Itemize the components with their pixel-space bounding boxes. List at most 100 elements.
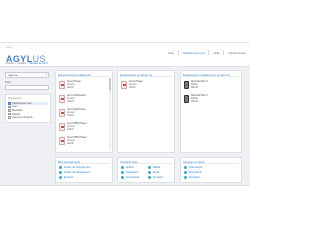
link-label: Exporter xyxy=(63,176,74,180)
panel-contacts: Contacts SAV Hotline Mobile Assistance E… xyxy=(117,157,175,183)
circle-icon xyxy=(184,171,188,175)
printer-icon xyxy=(59,95,65,103)
filter-option-label: Agence principale xyxy=(12,116,33,120)
checkbox[interactable] xyxy=(8,109,11,112)
agency-select-value: Agence xyxy=(8,73,18,77)
link-item[interactable]: Mobile xyxy=(148,166,160,170)
breadcrumb-home[interactable]: Accueil xyxy=(6,62,14,65)
link-label: Fichier de l'équipement xyxy=(63,171,91,175)
equipment-item[interactable]: Motorola Moto X Mobile M0015 xyxy=(184,81,208,89)
equipment-item[interactable]: Xerox WorkCentre Accueil A0043 xyxy=(59,95,86,103)
link-item[interactable]: Télécharger xyxy=(184,166,203,170)
nav-help[interactable]: Aide xyxy=(213,51,219,55)
phone-icon xyxy=(184,81,189,89)
nav-divider xyxy=(177,50,179,55)
circle-icon xyxy=(184,176,188,180)
equipment-id: A0045 xyxy=(67,114,74,117)
checkbox[interactable] xyxy=(8,112,11,116)
phone-icon xyxy=(184,95,189,103)
printer-icon xyxy=(59,81,65,89)
nav-flux[interactable]: Flux xyxy=(168,51,174,55)
circle-icon xyxy=(184,166,188,170)
panel-online-services: Services en ligne Télécharger Documents … xyxy=(180,157,242,183)
link-label: Assistance xyxy=(125,171,139,175)
filter-list: Sélectionner Sélectionner tout Lyon Mars… xyxy=(5,94,51,124)
filter-sidebar: Agence ▾ Filtre Sélectionner Sélectionne… xyxy=(5,72,52,124)
agency-select[interactable]: Agence ▾ xyxy=(5,72,49,78)
equipment-item[interactable]: Xerox Phaser Accueil A0051 xyxy=(121,81,143,89)
circle-icon xyxy=(121,176,125,180)
equipment-id: A0047 xyxy=(67,128,74,131)
equipment-item[interactable]: Xerox WorkCentre Accueil A0045 xyxy=(59,109,86,117)
checkbox[interactable] xyxy=(8,102,11,105)
divider xyxy=(183,163,239,164)
equipment-id: A0043 xyxy=(67,100,74,103)
equipment-id: M0016 xyxy=(191,100,199,103)
header: Votre AGYLUS Accueil›Usages›Tableau de b… xyxy=(0,43,250,67)
link-item[interactable]: Fichier de l'équipement xyxy=(59,166,90,170)
equipment-item[interactable]: Xerox Phaser Accueil A0042 xyxy=(59,81,81,89)
panel-my-equipment: Mes équipements Fichier de l'équipement … xyxy=(55,157,113,183)
equipment-item[interactable]: Xerox 5550 Phaser Accueil A0047 xyxy=(59,123,87,131)
divider xyxy=(58,76,110,77)
breadcrumb-usages[interactable]: Usages xyxy=(17,62,26,65)
link-label: Contacts xyxy=(152,176,163,180)
circle-icon xyxy=(148,171,152,175)
link-item[interactable]: Hotline xyxy=(121,166,134,170)
panel-alert-equipment: Equipements en alerte (1) Xerox Phaser Ac… xyxy=(117,70,175,153)
equipment-id: A0042 xyxy=(67,86,74,89)
filter-option-label: Lyon xyxy=(12,105,18,109)
filter-option-label: Marseille xyxy=(12,108,23,112)
filter-label: Filtre xyxy=(5,81,11,84)
nav-divider xyxy=(223,50,225,55)
chevron-down-icon: ▾ xyxy=(45,73,47,76)
printer-icon xyxy=(59,123,65,131)
printer-icon xyxy=(59,137,65,145)
link-label: Commande xyxy=(125,176,140,180)
equipment-id: M0015 xyxy=(191,86,199,89)
circle-icon xyxy=(148,166,152,170)
link-item[interactable]: Contacts xyxy=(148,176,163,180)
filter-list-placeholder: Sélectionner xyxy=(8,97,22,100)
checkbox[interactable] xyxy=(8,116,11,119)
app-window: Votre AGYLUS Accueil›Usages›Tableau de b… xyxy=(0,42,250,186)
scrollbar-thumb[interactable] xyxy=(109,78,111,90)
equipment-item[interactable]: Motorola Moto X Mobile M0016 xyxy=(184,95,208,103)
link-label: Télécharger xyxy=(188,166,203,170)
link-label: Email xyxy=(152,171,160,175)
checkbox[interactable] xyxy=(8,105,11,109)
link-item[interactable]: Commande xyxy=(121,176,140,180)
equipment-id: A0051 xyxy=(129,86,136,89)
link-label: Hotline xyxy=(125,166,134,170)
panel-mobile-equipment: Equipements mobiles hors service (2) Mot… xyxy=(180,70,242,153)
equipment-id: A0048 xyxy=(67,142,74,145)
circle-icon xyxy=(121,171,125,175)
circle-icon xyxy=(148,176,152,180)
top-nav: Flux Tableau de bord Aide Déconnexion xyxy=(168,50,246,55)
nav-divider xyxy=(208,50,210,55)
divider xyxy=(120,163,172,164)
link-label: Documents xyxy=(188,171,202,175)
divider xyxy=(58,163,110,164)
nav-dashboard[interactable]: Tableau de bord xyxy=(183,51,205,55)
logo-subtitle: Votre xyxy=(6,46,13,49)
scrollbar[interactable] xyxy=(109,78,111,150)
panel-faulty-equipment: Equipements en défaut (6) Xerox Phaser Ac… xyxy=(55,70,113,153)
filter-input[interactable] xyxy=(5,85,49,90)
divider xyxy=(183,76,239,77)
breadcrumb-current: Tableau de bord xyxy=(28,62,48,65)
link-item[interactable]: Exporter xyxy=(59,176,74,180)
divider xyxy=(120,76,172,77)
circle-icon xyxy=(121,166,125,170)
link-item[interactable]: Questions xyxy=(184,176,201,180)
link-item[interactable]: Documents xyxy=(184,171,202,175)
nav-logout[interactable]: Déconnexion xyxy=(228,51,246,55)
circle-icon xyxy=(59,171,63,175)
link-item[interactable]: Assistance xyxy=(121,171,139,175)
breadcrumb: Accueil›Usages›Tableau de bord xyxy=(6,62,48,65)
filter-option[interactable]: Agence principale xyxy=(8,116,48,120)
link-item[interactable]: Fichier de l'équipement xyxy=(59,171,91,175)
link-label: Questions xyxy=(188,176,201,180)
link-item[interactable]: Email xyxy=(148,171,160,175)
equipment-item[interactable]: Xerox 5550 Phaser Accueil A0048 xyxy=(59,137,87,145)
